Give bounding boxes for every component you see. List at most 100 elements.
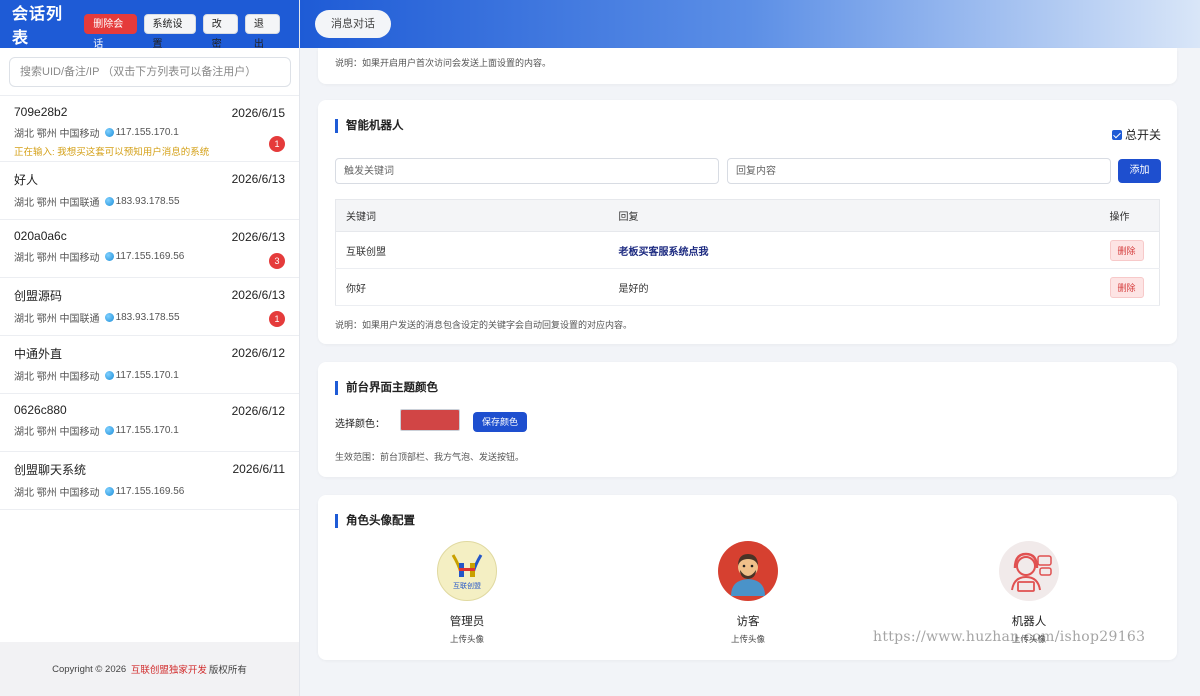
location-text: 湖北 鄂州 中国移动 <box>14 488 100 499</box>
visitor-person-icon <box>731 554 765 596</box>
smart-robot-card: 智能机器人 总开关 添加 关键词 回复 操作 互联创盟 老板买客服系统点我 删除… <box>318 100 1177 344</box>
delete-rule-button[interactable]: 删除 <box>1109 276 1144 298</box>
ip-text: 117.155.170.1 <box>115 127 179 138</box>
search-input[interactable] <box>9 57 291 87</box>
trigger-keyword-input[interactable] <box>335 158 719 184</box>
reply-cell: 老板买客服系统点我 <box>608 231 1100 269</box>
conversation-sidebar: 会话列表 删除会话 系统设置 改密 退出 709e28b2 2026/6/15 … <box>0 0 300 696</box>
tab-message-chat[interactable]: 消息对话 <box>315 10 391 38</box>
conversation-date: 2026/6/12 <box>231 404 285 418</box>
conversation-location: 湖北 鄂州 中国移动 117.155.170.1 <box>14 368 285 383</box>
conversation-date: 2026/6/13 <box>231 172 285 186</box>
admin-upload-link[interactable]: 上传头像 <box>407 633 527 645</box>
add-keyword-button[interactable]: 添加 <box>1118 159 1161 183</box>
robot-avatar[interactable] <box>999 541 1059 601</box>
system-settings-button[interactable]: 系统设置 <box>143 14 196 50</box>
conversation-item[interactable]: 创盟聊天系统 2026/6/11 湖北 鄂州 中国移动 117.155.169.5… <box>0 452 299 510</box>
conversation-item[interactable]: 中通外直 2026/6/12 湖北 鄂州 中国移动 117.155.170.1 <box>0 336 299 394</box>
reply-cell: 是好的 <box>608 268 1100 306</box>
unread-badge: 1 <box>269 311 285 327</box>
conversation-item[interactable]: 020a0a6c 2026/6/13 湖北 鄂州 中国移动 117.155.169… <box>0 220 299 278</box>
conversation-date: 2026/6/13 <box>231 230 285 244</box>
change-password-button[interactable]: 改密 <box>202 14 238 50</box>
select-color-label: 选择颜色： <box>335 419 385 430</box>
avatar-title: 角色头像配置 <box>335 514 415 528</box>
globe-icon <box>104 487 114 496</box>
reply-content-input[interactable] <box>727 158 1111 184</box>
visitor-upload-link[interactable]: 上传头像 <box>688 633 808 645</box>
sidebar-footer: Copyright © 2026 互联创盟独家开发 版权所有 <box>0 642 299 696</box>
ip-text: 183.93.178.55 <box>115 312 180 323</box>
admin-logo-text: 互联创盟 <box>453 581 481 590</box>
master-switch-label: 总开关 <box>1124 128 1161 142</box>
logout-button[interactable]: 退出 <box>244 14 280 50</box>
globe-icon <box>104 371 114 380</box>
copyright-text: Copyright © 2026 <box>52 663 127 675</box>
conversation-date: 2026/6/12 <box>231 346 285 360</box>
watermark-text: https://www.huzhan.com/ishop29163 <box>873 629 1146 645</box>
globe-icon <box>104 252 114 261</box>
main-header: 消息对话 <box>300 0 1200 48</box>
theme-title: 前台界面主题颜色 <box>335 381 438 395</box>
globe-icon <box>104 313 114 322</box>
column-reply: 回复 <box>608 199 1100 232</box>
ip-text: 117.155.169.56 <box>115 486 185 497</box>
checkbox-checked-icon[interactable] <box>1111 129 1122 140</box>
robot-note: 说明：如果用户发送的消息包含设定的关键字会自动回复设置的对应内容。 <box>335 320 633 330</box>
location-text: 湖北 鄂州 中国移动 <box>14 129 100 140</box>
sidebar-title: 会话列表 <box>12 6 64 47</box>
ip-text: 117.155.169.56 <box>115 251 185 262</box>
visitor-avatar[interactable] <box>718 541 778 601</box>
location-text: 湖北 鄂州 中国移动 <box>14 372 100 383</box>
table-header-row: 关键词 回复 操作 <box>335 199 1160 232</box>
visitor-avatar-block: 访客 上传头像 <box>688 541 808 645</box>
ip-text: 183.93.178.55 <box>115 196 180 207</box>
robot-title: 智能机器人 <box>335 119 404 133</box>
conversation-location: 湖北 鄂州 中国联通 183.93.178.55 <box>14 310 285 325</box>
conversation-location: 湖北 鄂州 中国移动 117.155.169.56 <box>14 249 285 264</box>
theme-scope-note: 生效范围：前台顶部栏、我方气泡、发送按钮。 <box>335 452 525 462</box>
unread-badge: 1 <box>269 136 285 152</box>
admin-logo-icon: 互联创盟 <box>451 554 483 590</box>
copyright-suffix: 版权所有 <box>208 665 247 676</box>
conversation-location: 湖北 鄂州 中国移动 117.155.169.56 <box>14 484 285 499</box>
search-area <box>0 48 299 96</box>
master-switch[interactable]: 总开关 <box>1111 126 1161 143</box>
delete-conversation-button[interactable]: 删除会话 <box>84 14 137 50</box>
keyword-table: 关键词 回复 操作 互联创盟 老板买客服系统点我 删除 你好 是好的 删除 <box>335 199 1160 306</box>
delete-rule-button[interactable]: 删除 <box>1109 239 1144 261</box>
column-action: 操作 <box>1099 199 1160 232</box>
location-text: 湖北 鄂州 中国移动 <box>14 253 100 264</box>
globe-icon <box>104 197 114 206</box>
action-cell: 删除 <box>1099 268 1160 306</box>
conversation-date: 2026/6/11 <box>232 462 286 476</box>
ip-text: 117.155.170.1 <box>115 370 179 381</box>
typing-indicator: 正在输入: 我想买这套可以预知用户消息的系统 <box>14 147 210 158</box>
copyright-brand: 互联创盟独家开发 <box>130 665 207 676</box>
column-keyword: 关键词 <box>335 199 609 232</box>
ip-text: 117.155.170.1 <box>115 425 179 436</box>
conversation-item[interactable]: 0626c880 2026/6/12 湖北 鄂州 中国移动 117.155.170… <box>0 394 299 452</box>
conversation-item[interactable]: 创盟源码 2026/6/13 湖北 鄂州 中国联通 183.93.178.55 1 <box>0 278 299 336</box>
headset-agent-icon <box>1011 552 1052 592</box>
keyword-cell: 互联创盟 <box>335 231 609 269</box>
table-row: 你好 是好的 删除 <box>335 268 1160 306</box>
save-color-button[interactable]: 保存颜色 <box>473 412 527 432</box>
table-row: 互联创盟 老板买客服系统点我 删除 <box>335 231 1160 269</box>
sidebar-header: 会话列表 删除会话 系统设置 改密 退出 <box>0 0 299 50</box>
color-picker[interactable] <box>400 409 460 431</box>
globe-icon <box>104 426 114 435</box>
conversation-item[interactable]: 709e28b2 2026/6/15 湖北 鄂州 中国移动 117.155.170… <box>0 96 299 162</box>
admin-avatar[interactable]: 互联创盟 <box>437 541 497 601</box>
conversation-item[interactable]: 好人 2026/6/13 湖北 鄂州 中国联通 183.93.178.55 <box>0 162 299 220</box>
action-cell: 删除 <box>1099 231 1160 269</box>
conversation-location: 湖北 鄂州 中国移动 117.155.170.1 <box>14 125 285 140</box>
location-text: 湖北 鄂州 中国联通 <box>14 198 100 209</box>
location-text: 湖北 鄂州 中国移动 <box>14 427 100 438</box>
unread-badge: 3 <box>269 253 285 269</box>
conversation-date: 2026/6/15 <box>231 106 285 120</box>
globe-icon <box>104 128 114 137</box>
first-visit-note: 说明：如果开启用户首次访问会发送上面设置的内容。 <box>335 58 552 68</box>
first-visit-card: 说明：如果开启用户首次访问会发送上面设置的内容。 <box>318 48 1177 84</box>
conversation-date: 2026/6/13 <box>231 288 285 302</box>
